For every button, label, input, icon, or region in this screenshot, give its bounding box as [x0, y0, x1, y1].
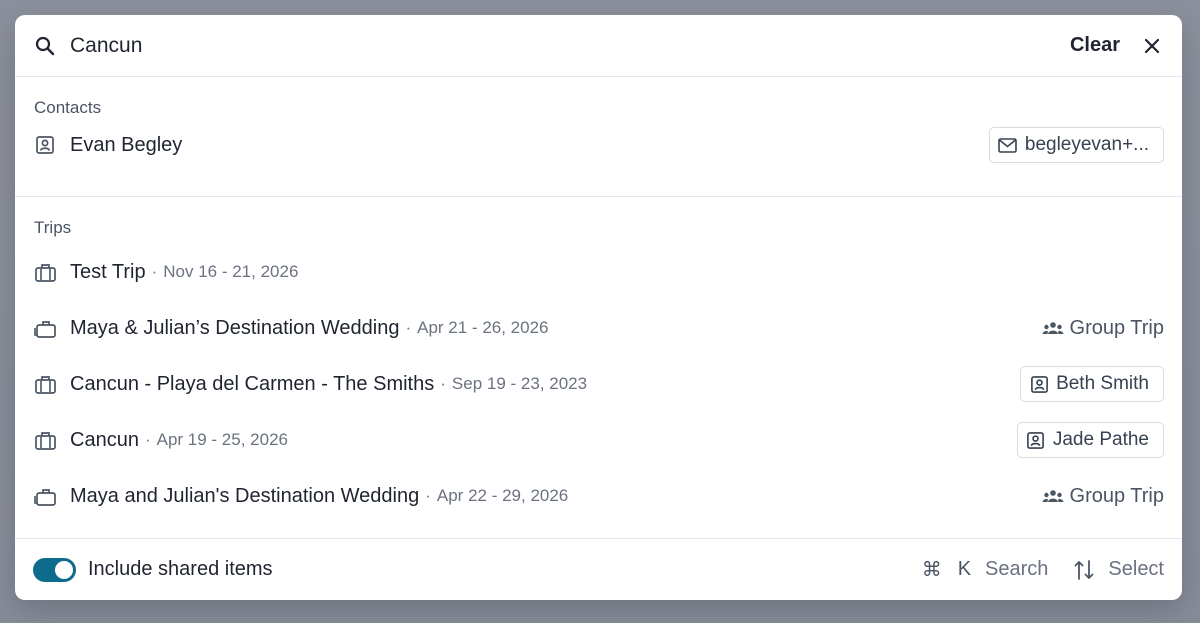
contact-name: Evan Begley	[70, 133, 183, 156]
modal-footer: Include shared items ⌘ K Search Select	[15, 538, 1182, 600]
contact-card-icon	[1026, 430, 1046, 450]
briefcase-icon	[34, 261, 56, 283]
trip-row[interactable]: Maya and Julian's Destination Wedding Ap…	[34, 468, 1164, 524]
trip-meta: Beth Smith	[1056, 373, 1149, 394]
close-icon[interactable]	[1142, 36, 1162, 56]
trip-name: Cancun	[70, 428, 139, 451]
search-input[interactable]	[70, 25, 1070, 66]
briefcase-icon	[34, 429, 56, 451]
multi-briefcase-icon	[34, 317, 56, 339]
trip-dates: Sep 19 - 23, 2023	[440, 374, 587, 394]
trip-dates: Apr 21 - 26, 2026	[405, 318, 548, 338]
contacts-section: Contacts Evan Begley begleyevan+...	[15, 77, 1182, 197]
sort-arrows-icon	[1074, 559, 1094, 581]
trip-row[interactable]: Test Trip Nov 16 - 21, 2026	[34, 244, 1164, 300]
search-modal: Clear Contacts Evan Begley begleyevan+..…	[15, 15, 1182, 600]
contacts-heading: Contacts	[34, 98, 102, 117]
command-key-icon: ⌘	[921, 559, 942, 581]
toggle-knob	[55, 560, 73, 579]
trip-owner-chip[interactable]: Beth Smith	[1020, 366, 1164, 402]
mail-icon	[998, 135, 1018, 155]
trip-dates: Apr 22 - 29, 2026	[425, 486, 568, 506]
clear-button[interactable]: Clear	[1070, 34, 1120, 57]
trip-row[interactable]: Maya & Julian’s Destination Wedding Apr …	[34, 300, 1164, 356]
trip-dates: Nov 16 - 21, 2026	[152, 262, 298, 282]
trip-owner-chip[interactable]: Jade Pathe	[1016, 422, 1164, 458]
trip-row[interactable]: Cancun - Playa del Carmen - The Smiths S…	[34, 356, 1164, 412]
multi-briefcase-icon	[34, 485, 56, 507]
contact-email-chip[interactable]: begleyevan+...	[988, 127, 1164, 163]
trip-row[interactable]: Cancun Apr 19 - 25, 2026 Jade Pathe	[34, 412, 1164, 468]
contact-email: begleyevan+...	[1024, 134, 1149, 155]
contact-row[interactable]: Evan Begley begleyevan+...	[34, 123, 1164, 167]
briefcase-icon	[34, 373, 56, 395]
group-icon	[1042, 488, 1064, 504]
trip-name: Maya & Julian’s Destination Wedding	[70, 316, 400, 339]
group-trip-tag: Group Trip	[1042, 485, 1164, 508]
select-hint: Select	[1108, 558, 1164, 580]
trip-name: Test Trip	[70, 260, 146, 283]
trips-section: Trips Test Trip Nov 16 - 21, 2026 Maya &…	[15, 197, 1182, 539]
group-icon	[1042, 320, 1064, 336]
contact-card-icon	[34, 134, 56, 156]
trip-meta: Group Trip	[1069, 484, 1164, 507]
trip-name: Maya and Julian's Destination Wedding	[70, 484, 420, 507]
search-icon	[34, 35, 56, 57]
search-bar: Clear	[15, 15, 1182, 77]
trip-meta: Group Trip	[1069, 316, 1164, 339]
trip-meta: Jade Pathe	[1052, 429, 1149, 450]
trip-name: Cancun - Playa del Carmen - The Smiths	[70, 372, 435, 395]
contact-card-icon	[1029, 374, 1049, 394]
trip-dates: Apr 19 - 25, 2026	[145, 430, 288, 450]
include-shared-label: Include shared items	[88, 558, 273, 580]
group-trip-tag: Group Trip	[1042, 317, 1164, 340]
shortcut-key: K	[957, 558, 972, 580]
trips-heading: Trips	[34, 218, 72, 237]
search-hint: Search	[985, 558, 1049, 580]
include-shared-toggle[interactable]	[33, 557, 76, 582]
